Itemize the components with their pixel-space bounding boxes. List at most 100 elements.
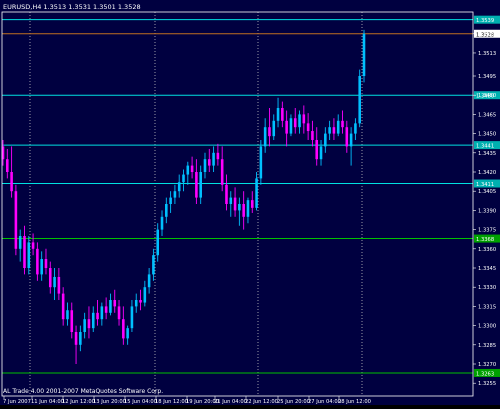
y-tick-label: 1.3255 xyxy=(478,381,496,387)
candle-body xyxy=(96,312,99,320)
candle-body xyxy=(87,319,91,329)
candle-body xyxy=(74,332,78,345)
y-tick-label: 1.3513 xyxy=(478,51,496,57)
candle-body xyxy=(139,300,142,303)
candle xyxy=(14,184,18,256)
y-tick-label: 1.3495 xyxy=(478,74,496,80)
candle-body xyxy=(324,133,327,147)
candle-body xyxy=(242,204,245,217)
y-tick-label: 1.3330 xyxy=(478,285,496,291)
candle-body xyxy=(14,191,18,249)
level-price-label: 1.3411 xyxy=(476,182,494,188)
y-tick-label: 1.3450 xyxy=(478,132,496,138)
x-tick-label: 25 Jun 20:00 xyxy=(277,399,310,405)
candle-body xyxy=(173,191,177,198)
y-tick-label: 1.3390 xyxy=(478,208,496,214)
x-tick-label: 18 Jun 12:00 xyxy=(155,399,188,405)
chart-canvas: 1.3480 1.3441 1.3411 1.3368 1.3263 1.3539 1.35… xyxy=(0,0,500,405)
y-tick-label: 1.3528 xyxy=(478,32,496,38)
candle-body xyxy=(186,165,190,175)
candle-body xyxy=(336,120,340,134)
candle-body xyxy=(298,114,301,128)
candle-body xyxy=(225,184,228,204)
candle-body xyxy=(207,159,211,166)
candle-body xyxy=(250,200,254,208)
candle xyxy=(259,140,263,185)
y-tick-label: 1.3405 xyxy=(478,189,496,195)
candle-body xyxy=(117,306,121,320)
candle-body xyxy=(259,146,263,179)
candle-body xyxy=(306,123,310,132)
candle-body xyxy=(113,300,117,307)
candle-body xyxy=(328,127,331,134)
candle-body xyxy=(130,306,134,329)
candle-body xyxy=(160,216,164,230)
candle-body xyxy=(358,76,361,124)
y-tick-label: 1.3270 xyxy=(478,362,496,368)
candle-body xyxy=(44,259,48,268)
candle-body xyxy=(285,120,288,134)
candle-body xyxy=(289,118,293,134)
y-tick-label: 1.3285 xyxy=(478,343,496,349)
level-price-label: 1.3368 xyxy=(476,237,494,243)
candle-body xyxy=(6,159,9,172)
candle-body xyxy=(199,172,202,198)
x-tick-label: 15 Jun 04:00 xyxy=(124,399,157,405)
candle-body xyxy=(315,140,319,160)
candle-body xyxy=(238,204,241,211)
y-tick-label: 1.3360 xyxy=(478,247,496,253)
candle-body xyxy=(203,159,207,172)
candle-body xyxy=(27,242,31,268)
candle-body xyxy=(109,300,112,313)
candle-body xyxy=(272,120,276,137)
candle-body xyxy=(182,174,185,183)
candle-body xyxy=(345,127,349,147)
candle xyxy=(358,69,361,128)
candle-body xyxy=(83,319,86,332)
candle-body xyxy=(354,123,357,134)
candle-body xyxy=(23,236,26,268)
candle-body xyxy=(276,108,280,121)
candle-body xyxy=(362,33,366,76)
candle xyxy=(362,29,366,83)
y-tick-label: 1.3375 xyxy=(478,228,496,234)
candle-body xyxy=(31,242,35,249)
copyright-label: AL Trade 4.00 2001-2007 MetaQuotes Softw… xyxy=(3,388,163,395)
candle-body xyxy=(229,197,233,204)
candle-body xyxy=(143,287,147,303)
chart-header: EURUSD,H4 1.3513 1.3531 1.3501 1.3528 xyxy=(3,3,141,11)
candle-body xyxy=(212,152,215,166)
candle-body xyxy=(104,306,108,313)
candle-body xyxy=(332,127,336,134)
x-tick-label: 22 Jun 12:00 xyxy=(245,399,278,405)
candlestick-chart: 1.3480 1.3441 1.3411 1.3368 1.3263 1.3539 1.35… xyxy=(0,0,500,405)
level-price-label: 1.3441 xyxy=(476,144,494,150)
candle-body xyxy=(48,268,52,288)
x-tick-label: 21 Jun 04:00 xyxy=(214,399,247,405)
candle-body xyxy=(156,229,160,256)
candle-body xyxy=(66,310,69,320)
y-tick-label: 1.3345 xyxy=(478,266,496,272)
candle-body xyxy=(341,120,344,128)
y-tick-label: 1.3300 xyxy=(478,324,496,330)
candle-body xyxy=(134,300,138,307)
candle-body xyxy=(268,127,271,137)
candle-body xyxy=(10,172,13,192)
x-tick-label: 11 Jun 04:00 xyxy=(31,399,64,405)
candle-body xyxy=(126,328,129,339)
candle-body xyxy=(40,259,43,275)
y-tick-label: 1.3315 xyxy=(478,304,496,310)
candle-body xyxy=(255,178,258,208)
candle-body xyxy=(165,204,168,217)
candle-body xyxy=(195,172,198,198)
candle-body xyxy=(147,274,151,288)
x-tick-label: 27 Jun 04:00 xyxy=(308,399,341,405)
level-price-label: 1.3539 xyxy=(476,18,494,24)
candle-body xyxy=(319,146,323,160)
candle-body xyxy=(233,197,237,211)
candle-body xyxy=(91,312,95,329)
candle-body xyxy=(53,276,56,288)
candle-body xyxy=(177,182,181,192)
level-price-label: 1.3263 xyxy=(476,371,494,377)
y-tick-label: 1.3465 xyxy=(478,112,496,118)
